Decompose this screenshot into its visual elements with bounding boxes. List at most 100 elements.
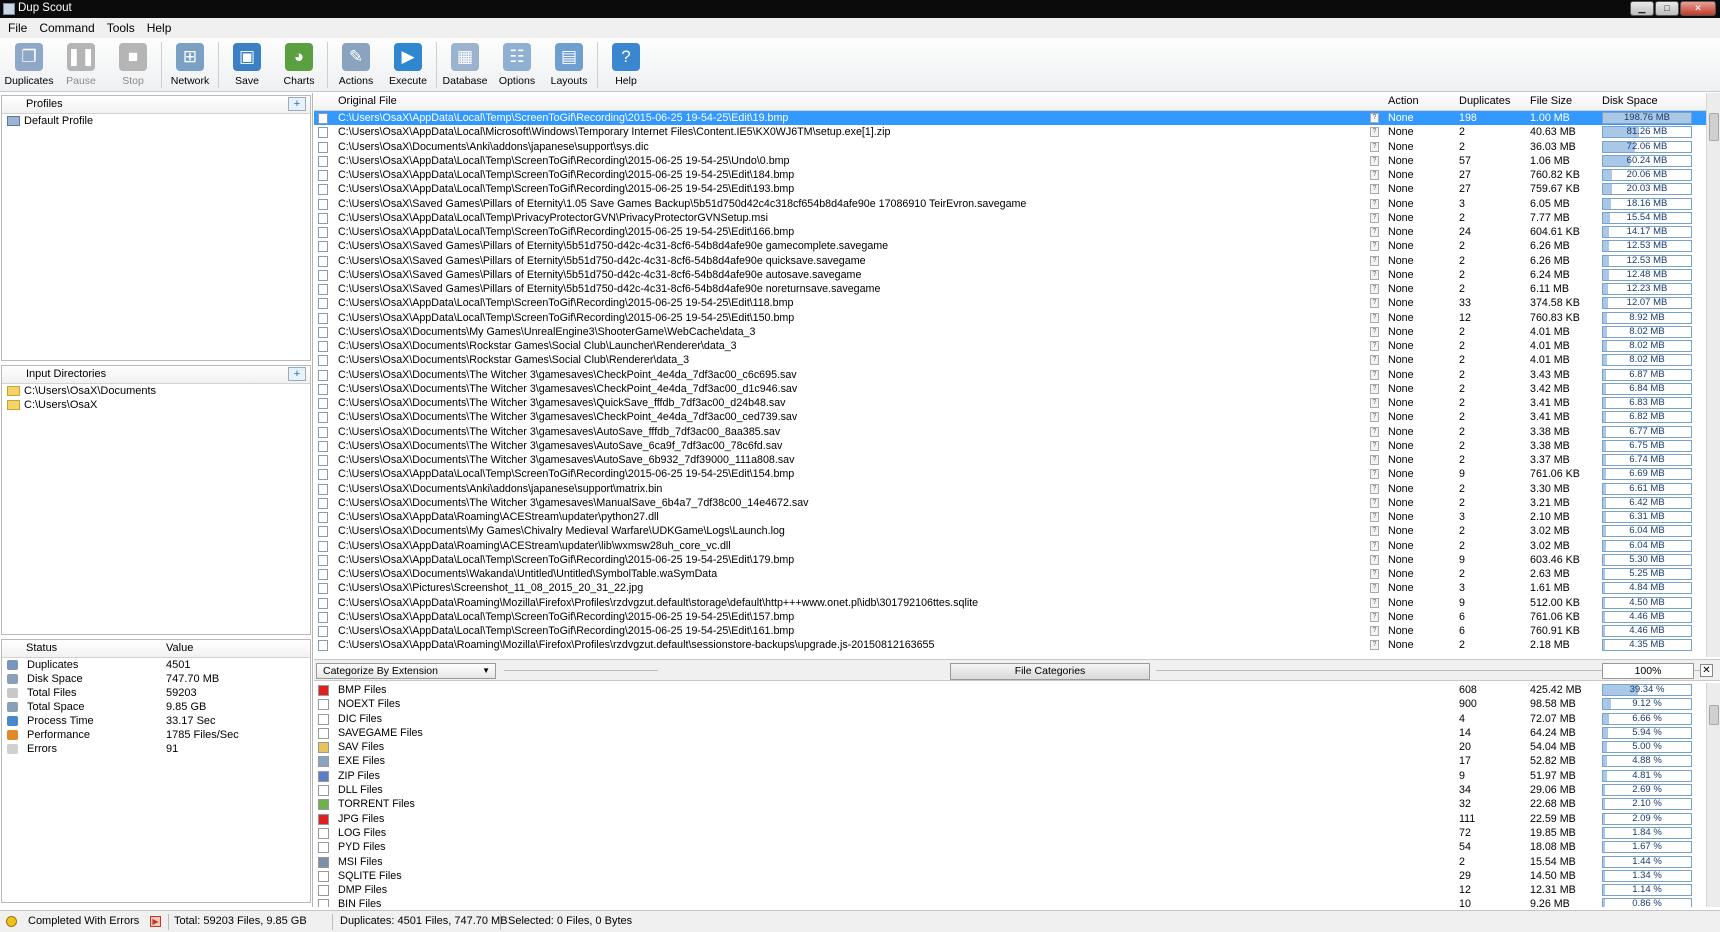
stop-log-icon[interactable]: ▶ bbox=[150, 916, 161, 927]
action-icon[interactable]: ? bbox=[1370, 369, 1379, 380]
action-icon[interactable]: ? bbox=[1370, 640, 1379, 651]
table-row[interactable]: C:\Users\OsaX\Pictures\Screenshot_11_08_… bbox=[314, 581, 1706, 595]
duplicates-button[interactable]: ❐ Duplicates bbox=[3, 38, 55, 92]
action-icon[interactable]: ? bbox=[1370, 355, 1379, 366]
database-button[interactable]: ▦ Database bbox=[439, 38, 491, 92]
table-row[interactable]: C:\Users\OsaX\AppData\Local\Temp\ScreenT… bbox=[314, 154, 1706, 168]
execute-button[interactable]: ▶ Execute bbox=[382, 38, 434, 92]
action-icon[interactable]: ? bbox=[1370, 284, 1379, 294]
action-icon[interactable]: ? bbox=[1370, 398, 1379, 408]
maximize-button[interactable]: □ bbox=[1655, 1, 1679, 16]
table-row[interactable]: C:\Users\OsaX\AppData\Roaming\ACEStream\… bbox=[314, 539, 1706, 553]
action-icon[interactable]: ? bbox=[1370, 312, 1379, 323]
list-item[interactable]: DMP Files 12 12.31 MB 1.14 % bbox=[314, 883, 1706, 897]
file-categories-button[interactable]: File Categories bbox=[950, 663, 1150, 680]
categorize-select[interactable]: Categorize By Extension ▼ bbox=[316, 663, 496, 679]
action-icon[interactable]: ? bbox=[1370, 227, 1379, 237]
table-row[interactable]: C:\Users\OsaX\Saved Games\Pillars of Ete… bbox=[314, 197, 1706, 211]
list-item[interactable]: DLL Files 34 29.06 MB 2.69 % bbox=[314, 783, 1706, 797]
table-row[interactable]: C:\Users\OsaX\Documents\Anki\addons\japa… bbox=[314, 140, 1706, 154]
action-icon[interactable]: ? bbox=[1370, 341, 1379, 351]
network-button[interactable]: ⊞ Network bbox=[164, 38, 216, 92]
col-duplicates[interactable]: Duplicates bbox=[1459, 93, 1510, 110]
layouts-button[interactable]: ▤ Layouts bbox=[543, 38, 595, 92]
table-row[interactable]: C:\Users\OsaX\Documents\The Witcher 3\ga… bbox=[314, 425, 1706, 439]
table-row[interactable]: C:\Users\OsaX\Saved Games\Pillars of Ete… bbox=[314, 282, 1706, 296]
list-item[interactable]: JPG Files 111 22.59 MB 2.09 % bbox=[314, 812, 1706, 826]
table-row[interactable]: C:\Users\OsaX\Documents\Rockstar Games\S… bbox=[314, 339, 1706, 353]
menu-command[interactable]: Command bbox=[33, 21, 100, 35]
table-row[interactable]: C:\Users\OsaX\Documents\My Games\Chivalr… bbox=[314, 524, 1706, 538]
table-row[interactable]: C:\Users\OsaX\Documents\Rockstar Games\S… bbox=[314, 353, 1706, 367]
menu-help[interactable]: Help bbox=[141, 21, 178, 35]
actions-button[interactable]: ✎ Actions bbox=[330, 38, 382, 92]
list-item[interactable]: PYD Files 54 18.08 MB 1.67 % bbox=[314, 840, 1706, 854]
table-row[interactable]: C:\Users\OsaX\Documents\The Witcher 3\ga… bbox=[314, 496, 1706, 510]
action-icon[interactable]: ? bbox=[1370, 583, 1379, 594]
action-icon[interactable]: ? bbox=[1370, 540, 1379, 551]
pause-button[interactable]: ❚❚ Pause bbox=[55, 38, 107, 92]
table-row[interactable]: C:\Users\OsaX\AppData\Roaming\Mozilla\Fi… bbox=[314, 638, 1706, 652]
table-row[interactable]: C:\Users\OsaX\AppData\Roaming\Mozilla\Fi… bbox=[314, 596, 1706, 610]
action-icon[interactable]: ? bbox=[1370, 113, 1379, 123]
table-row[interactable]: C:\Users\OsaX\AppData\Local\Temp\ScreenT… bbox=[314, 182, 1706, 196]
action-icon[interactable]: ? bbox=[1370, 597, 1379, 608]
options-button[interactable]: ☷ Options bbox=[491, 38, 543, 92]
action-icon[interactable]: ? bbox=[1370, 269, 1379, 280]
table-row[interactable]: C:\Users\OsaX\Documents\My Games\UnrealE… bbox=[314, 325, 1706, 339]
action-icon[interactable]: ? bbox=[1370, 554, 1379, 565]
table-row[interactable]: C:\Users\OsaX\AppData\Local\Temp\ScreenT… bbox=[314, 111, 1706, 126]
add-profile-button[interactable]: + bbox=[288, 97, 306, 111]
action-icon[interactable]: ? bbox=[1370, 298, 1379, 309]
list-item[interactable]: LOG Files 72 19.85 MB 1.84 % bbox=[314, 826, 1706, 840]
list-item[interactable]: SAV Files 20 54.04 MB 5.00 % bbox=[314, 740, 1706, 754]
action-icon[interactable]: ? bbox=[1370, 184, 1379, 195]
directory-item[interactable]: C:\Users\OsaX bbox=[2, 398, 310, 412]
list-item[interactable]: NOEXT Files 900 98.58 MB 9.12 % bbox=[314, 697, 1706, 711]
action-icon[interactable]: ? bbox=[1370, 170, 1379, 180]
col-disk-space[interactable]: Disk Space bbox=[1602, 93, 1658, 110]
directory-item[interactable]: C:\Users\OsaX\Documents bbox=[2, 384, 310, 398]
table-row[interactable]: C:\Users\OsaX\AppData\Local\Temp\ScreenT… bbox=[314, 225, 1706, 239]
action-icon[interactable]: ? bbox=[1370, 455, 1379, 465]
list-item[interactable]: ZIP Files 9 51.97 MB 4.81 % bbox=[314, 769, 1706, 783]
table-row[interactable]: C:\Users\OsaX\AppData\Local\Temp\ScreenT… bbox=[314, 467, 1706, 481]
action-icon[interactable]: ? bbox=[1370, 155, 1379, 166]
table-row[interactable]: C:\Users\OsaX\Documents\The Witcher 3\ga… bbox=[314, 453, 1706, 467]
table-row[interactable]: C:\Users\OsaX\AppData\Local\Temp\ScreenT… bbox=[314, 296, 1706, 310]
table-row[interactable]: C:\Users\OsaX\Saved Games\Pillars of Ete… bbox=[314, 254, 1706, 268]
action-icon[interactable]: ? bbox=[1370, 626, 1379, 636]
action-icon[interactable]: ? bbox=[1370, 440, 1379, 451]
list-item[interactable]: EXE Files 17 52.82 MB 4.88 % bbox=[314, 754, 1706, 768]
menu-file[interactable]: File bbox=[2, 21, 33, 35]
zoom-percent[interactable]: 100% bbox=[1602, 663, 1694, 679]
col-original-file[interactable]: Original File bbox=[338, 93, 397, 110]
table-row[interactable]: C:\Users\OsaX\Saved Games\Pillars of Ete… bbox=[314, 239, 1706, 253]
action-icon[interactable]: ? bbox=[1370, 483, 1379, 494]
action-icon[interactable]: ? bbox=[1370, 127, 1379, 138]
action-icon[interactable]: ? bbox=[1370, 326, 1379, 337]
table-row[interactable]: C:\Users\OsaX\AppData\Local\Microsoft\Wi… bbox=[314, 125, 1706, 139]
action-icon[interactable]: ? bbox=[1370, 383, 1379, 394]
table-row[interactable]: C:\Users\OsaX\AppData\Local\Temp\ScreenT… bbox=[314, 610, 1706, 624]
action-icon[interactable]: ? bbox=[1370, 526, 1379, 537]
action-icon[interactable]: ? bbox=[1370, 611, 1379, 622]
list-item[interactable]: SQLITE Files 29 14.50 MB 1.34 % bbox=[314, 869, 1706, 883]
files-scrollbar[interactable] bbox=[1706, 93, 1720, 657]
table-row[interactable]: C:\Users\OsaX\Documents\The Witcher 3\ga… bbox=[314, 368, 1706, 382]
list-item[interactable]: BIN Files 10 9.26 MB 0.86 % bbox=[314, 897, 1706, 907]
table-row[interactable]: C:\Users\OsaX\AppData\Local\Temp\ScreenT… bbox=[314, 553, 1706, 567]
table-row[interactable]: C:\Users\OsaX\Documents\Anki\addons\japa… bbox=[314, 482, 1706, 496]
action-icon[interactable]: ? bbox=[1370, 497, 1379, 508]
action-icon[interactable]: ? bbox=[1370, 255, 1379, 266]
menu-tools[interactable]: Tools bbox=[101, 21, 141, 35]
col-action[interactable]: Action bbox=[1388, 93, 1419, 110]
list-item[interactable]: TORRENT Files 32 22.68 MB 2.10 % bbox=[314, 797, 1706, 811]
profile-item[interactable]: Default Profile bbox=[2, 114, 310, 128]
action-icon[interactable]: ? bbox=[1370, 198, 1379, 209]
action-icon[interactable]: ? bbox=[1370, 212, 1379, 223]
list-item[interactable]: MSI Files 2 15.54 MB 1.44 % bbox=[314, 855, 1706, 869]
help-button[interactable]: ? Help bbox=[600, 38, 652, 92]
list-item[interactable]: BMP Files 608 425.42 MB 39.34 % bbox=[314, 683, 1706, 697]
table-row[interactable]: C:\Users\OsaX\AppData\Roaming\ACEStream\… bbox=[314, 510, 1706, 524]
